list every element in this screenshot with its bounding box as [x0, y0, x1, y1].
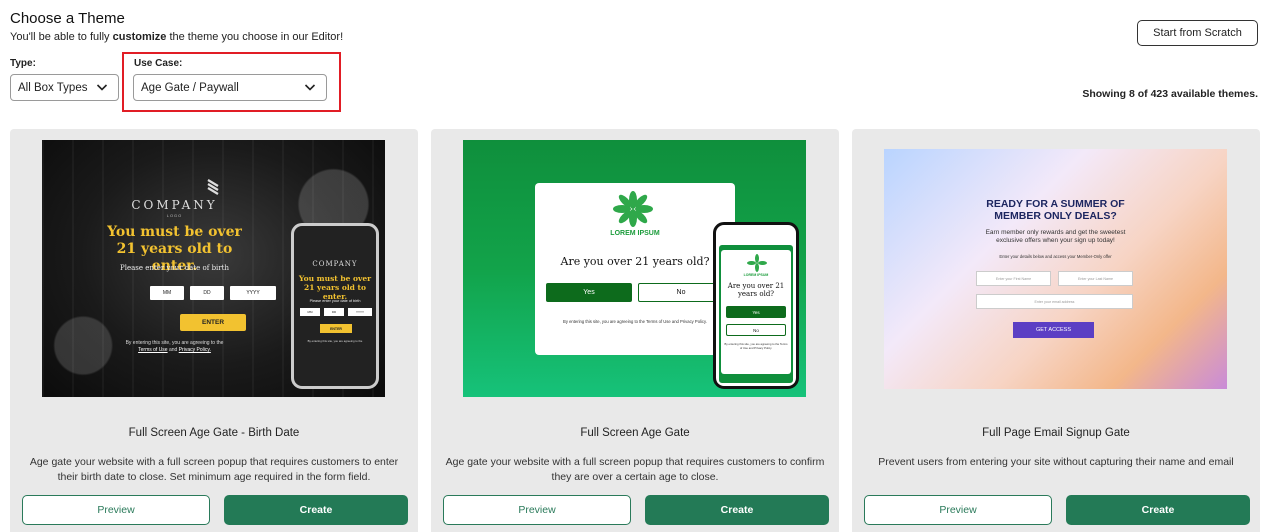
privacy-link: Privacy Policy. — [178, 347, 211, 353]
legal-and: and — [168, 347, 178, 353]
thumb-headline: READY FOR A SUMMER OF MEMBER ONLY DEALS? — [986, 198, 1125, 222]
enter-button: ENTER — [180, 314, 246, 331]
leaf-logo-icon — [747, 254, 767, 272]
create-button[interactable]: Create — [1066, 495, 1250, 525]
phone-brand: LOREM IPSUM — [743, 273, 769, 277]
theme-thumbnail[interactable]: COMPANY LOGO You must be over 21 years o… — [42, 140, 385, 397]
get-access-button: GET ACCESS — [1013, 322, 1094, 338]
phone-mockup: COMPANY You must be over 21 years old to… — [291, 223, 379, 389]
phone-no-button: No — [726, 324, 786, 336]
create-button[interactable]: Create — [645, 495, 829, 525]
subtitle-text-end: the theme you choose in our Editor! — [166, 31, 344, 43]
age-modal: LOREM IPSUM Are you over 21 years old? Y… — [535, 183, 735, 355]
subtitle-bold: customize — [112, 31, 167, 43]
email-field: Enter your email address — [976, 294, 1133, 309]
header: Choose a Theme You'll be able to fully c… — [10, 10, 343, 43]
theme-thumbnail[interactable]: LOREM IPSUM Are you over 21 years old? Y… — [463, 140, 806, 397]
use-case-select-value: Age Gate / Paywall — [141, 81, 239, 94]
card-description: Age gate your website with a full screen… — [29, 456, 399, 483]
phone-mockup: LOREM IPSUM Are you over 21 years old? Y… — [713, 222, 799, 389]
type-select-value: All Box Types — [18, 81, 88, 94]
phone-question: Are you over 21 years old? — [727, 282, 785, 298]
phone-headline: You must be over 21 years old to enter. — [298, 274, 372, 301]
chevron-down-icon — [96, 84, 108, 91]
use-case-label: Use Case: — [134, 58, 183, 69]
yes-button: Yes — [546, 283, 632, 302]
preview-button[interactable]: Preview — [443, 495, 631, 525]
phone-logo: COMPANY — [312, 260, 358, 268]
card-description: Prevent users from entering your site wi… — [878, 456, 1234, 468]
card-description: Age gate your website with a full screen… — [445, 456, 825, 483]
thumb-subtext: Earn member only rewards and get the swe… — [985, 229, 1126, 244]
year-select: YYYY — [230, 286, 276, 300]
phone-day: DD — [324, 308, 344, 316]
theme-card-birth-date: COMPANY LOGO You must be over 21 years o… — [10, 129, 418, 532]
company-logo: COMPANY — [131, 198, 218, 212]
subtitle-text: You'll be able to fully — [10, 31, 113, 43]
preview-button[interactable]: Preview — [22, 495, 210, 525]
legal-text: By entering this site, you are agreeing … — [563, 319, 707, 324]
start-from-scratch-button[interactable]: Start from Scratch — [1137, 20, 1258, 46]
type-label: Type: — [10, 58, 36, 69]
legal-text: By entering this site, you are agreeing … — [42, 340, 307, 354]
page-title: Choose a Theme — [10, 10, 125, 27]
preview-button[interactable]: Preview — [864, 495, 1052, 525]
type-select[interactable]: All Box Types — [10, 74, 119, 101]
card-title: Full Screen Age Gate - Birth Date — [128, 427, 300, 439]
thumb-subtext-small: Enter your details below and access your… — [999, 254, 1112, 259]
page-subtitle: You'll be able to fully customize the th… — [10, 31, 343, 43]
terms-link: Terms of Use — [138, 347, 168, 353]
day-select: DD — [190, 286, 224, 300]
company-logo-sub: LOGO — [166, 213, 183, 218]
use-case-select[interactable]: Age Gate / Paywall — [133, 74, 327, 101]
age-question: Are you over 21 years old? — [560, 255, 710, 268]
thumb-prompt: Please enter your date of birth — [120, 264, 229, 272]
legal-before: By entering this site, you are agreeing … — [125, 340, 224, 346]
last-name-field: Enter your Last Name — [1058, 271, 1133, 286]
leaf-logo-icon — [613, 191, 653, 227]
theme-card-email-signup: READY FOR A SUMMER OF MEMBER ONLY DEALS?… — [852, 129, 1260, 532]
card-title: Full Screen Age Gate — [580, 427, 690, 439]
card-title: Full Page Email Signup Gate — [982, 427, 1130, 439]
no-button: No — [638, 283, 724, 302]
phone-prompt: Please enter your date of birth — [309, 299, 361, 303]
phone-yes-button: Yes — [726, 306, 786, 318]
chevron-down-icon — [304, 84, 316, 91]
results-count: Showing 8 of 423 available themes. — [1082, 88, 1258, 100]
create-button[interactable]: Create — [224, 495, 408, 525]
phone-legal: By entering this site, you are agreeing … — [307, 339, 363, 343]
first-name-field: Enter your First Name — [976, 271, 1051, 286]
company-logo-icon — [207, 179, 219, 195]
theme-card-age-gate: LOREM IPSUM Are you over 21 years old? Y… — [431, 129, 839, 532]
theme-thumbnail[interactable]: READY FOR A SUMMER OF MEMBER ONLY DEALS?… — [884, 149, 1227, 389]
phone-modal: LOREM IPSUM Are you over 21 years old? Y… — [721, 250, 791, 374]
phone-enter-button: ENTER — [320, 324, 352, 333]
phone-year: YYYY — [348, 308, 372, 316]
phone-legal: By entering this site, you are agreeing … — [724, 342, 788, 350]
phone-month: MM — [300, 308, 320, 316]
brand-text: LOREM IPSUM — [610, 230, 660, 237]
month-select: MM — [150, 286, 184, 300]
